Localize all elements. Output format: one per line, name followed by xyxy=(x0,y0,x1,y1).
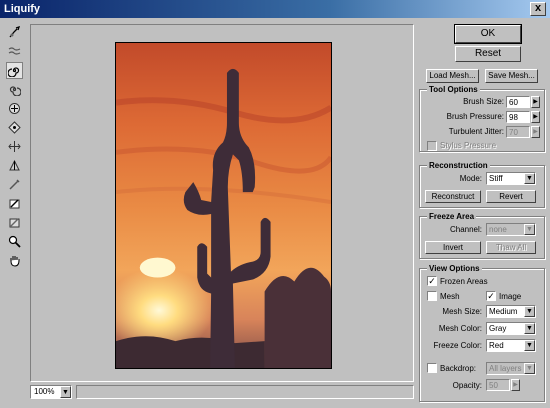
chevron-down-icon[interactable]: ▼ xyxy=(524,224,535,235)
opacity-input[interactable]: 50 xyxy=(486,379,510,391)
window-title: Liquify xyxy=(4,3,41,15)
opacity-slider-button[interactable]: ▶ xyxy=(511,379,520,391)
turbulent-jitter-slider-button[interactable]: ▶ xyxy=(531,126,540,138)
shift-pixels-tool-icon[interactable] xyxy=(6,138,23,155)
frozen-areas-checkbox[interactable]: ✓ xyxy=(427,276,437,286)
save-mesh-button[interactable]: Save Mesh... xyxy=(485,69,538,83)
brush-pressure-input[interactable]: 98 xyxy=(506,111,530,123)
mesh-size-value: Medium xyxy=(489,307,518,316)
reconstruct-button[interactable]: Reconstruct xyxy=(425,190,481,203)
frozen-areas-label: Frozen Areas xyxy=(440,277,488,286)
freeze-color-label: Freeze Color: xyxy=(433,341,482,350)
window-title-bar: Liquify x xyxy=(0,0,550,18)
revert-button[interactable]: Revert xyxy=(486,190,536,203)
preview-image[interactable] xyxy=(115,42,332,369)
hand-tool-icon[interactable] xyxy=(6,252,23,269)
stylus-pressure-checkbox[interactable] xyxy=(427,141,437,151)
twirl-clockwise-tool-icon[interactable] xyxy=(6,62,23,79)
freeze-color-value: Red xyxy=(489,341,504,350)
twirl-counterclockwise-tool-icon[interactable] xyxy=(6,81,23,98)
chevron-down-icon[interactable]: ▼ xyxy=(524,323,535,334)
stylus-pressure-label: Stylus Pressure xyxy=(440,141,497,150)
brush-pressure-label: Brush Pressure: xyxy=(446,112,504,121)
backdrop-checkbox[interactable] xyxy=(427,363,437,373)
tool-palette xyxy=(6,24,24,271)
backdrop-layer-value: All layers xyxy=(489,364,522,373)
mesh-color-select[interactable]: Gray ▼ xyxy=(486,322,536,335)
zoom-level-select[interactable]: 100% ▼ xyxy=(30,385,72,399)
brush-pressure-slider-button[interactable]: ▶ xyxy=(531,111,540,123)
zoom-level-value: 100% xyxy=(34,387,55,396)
reconstruction-group: Reconstruction Mode: Stiff ▼ Reconstruct… xyxy=(419,161,545,208)
freeze-area-group: Freeze Area Channel: none ▼ Invert Thaw … xyxy=(419,212,545,259)
brush-size-slider-button[interactable]: ▶ xyxy=(531,96,540,108)
mesh-size-select[interactable]: Medium ▼ xyxy=(486,305,536,318)
mode-select[interactable]: Stiff ▼ xyxy=(486,172,536,185)
brush-size-label: Brush Size: xyxy=(463,97,504,106)
pucker-tool-icon[interactable] xyxy=(6,100,23,117)
brush-size-input[interactable]: 60 xyxy=(506,96,530,108)
mesh-color-value: Gray xyxy=(489,324,507,333)
turbulence-tool-icon[interactable] xyxy=(6,43,23,60)
mode-value: Stiff xyxy=(489,174,503,183)
mesh-label: Mesh xyxy=(440,292,460,301)
status-bar xyxy=(76,385,414,399)
channel-label: Channel: xyxy=(449,225,482,234)
freeze-tool-icon[interactable] xyxy=(6,195,23,212)
mode-label: Mode: xyxy=(459,174,482,183)
freeze-color-select[interactable]: Red ▼ xyxy=(486,339,536,352)
tool-options-group: Tool Options Brush Size: 60 ▶ Brush Pres… xyxy=(419,85,545,152)
backdrop-label: Backdrop: xyxy=(440,364,477,373)
warp-tool-icon[interactable] xyxy=(6,24,23,41)
image-checkbox[interactable]: ✓ xyxy=(486,291,496,301)
mesh-color-label: Mesh Color: xyxy=(438,324,482,333)
view-options-group: View Options ✓ Frozen Areas Mesh ✓ Image… xyxy=(419,264,545,402)
reflection-tool-icon[interactable] xyxy=(6,157,23,174)
preview-canvas[interactable] xyxy=(30,24,414,382)
close-button[interactable]: x xyxy=(530,2,546,16)
image-label: Image xyxy=(499,292,522,301)
opacity-label: Opacity: xyxy=(452,381,482,390)
chevron-down-icon[interactable]: ▼ xyxy=(524,363,535,374)
chevron-down-icon[interactable]: ▼ xyxy=(524,340,535,351)
turbulent-jitter-label: Turbulent Jitter: xyxy=(448,127,504,136)
ok-button[interactable]: OK xyxy=(454,24,522,44)
thaw-all-button[interactable]: Thaw All xyxy=(486,241,536,254)
reset-button[interactable]: Reset xyxy=(455,46,521,62)
freeze-area-title: Freeze Area xyxy=(427,212,477,221)
reconstruct-tool-icon[interactable] xyxy=(6,176,23,193)
chevron-down-icon[interactable]: ▼ xyxy=(524,306,535,317)
zoom-tool-icon[interactable] xyxy=(6,233,23,250)
invert-button[interactable]: Invert xyxy=(425,241,481,254)
tool-options-title: Tool Options xyxy=(427,85,480,94)
mesh-size-label: Mesh Size: xyxy=(442,307,482,316)
view-options-title: View Options xyxy=(427,264,482,273)
thaw-tool-icon[interactable] xyxy=(6,214,23,231)
load-mesh-button[interactable]: Load Mesh... xyxy=(426,69,479,83)
mesh-checkbox[interactable] xyxy=(427,291,437,301)
bloat-tool-icon[interactable] xyxy=(6,119,23,136)
turbulent-jitter-input[interactable]: 70 xyxy=(506,126,530,138)
channel-value: none xyxy=(489,225,507,234)
reconstruction-title: Reconstruction xyxy=(427,161,490,170)
chevron-down-icon[interactable]: ▼ xyxy=(60,386,71,398)
chevron-down-icon[interactable]: ▼ xyxy=(524,173,535,184)
backdrop-layer-select[interactable]: All layers ▼ xyxy=(486,362,536,375)
channel-select[interactable]: none ▼ xyxy=(486,223,536,236)
